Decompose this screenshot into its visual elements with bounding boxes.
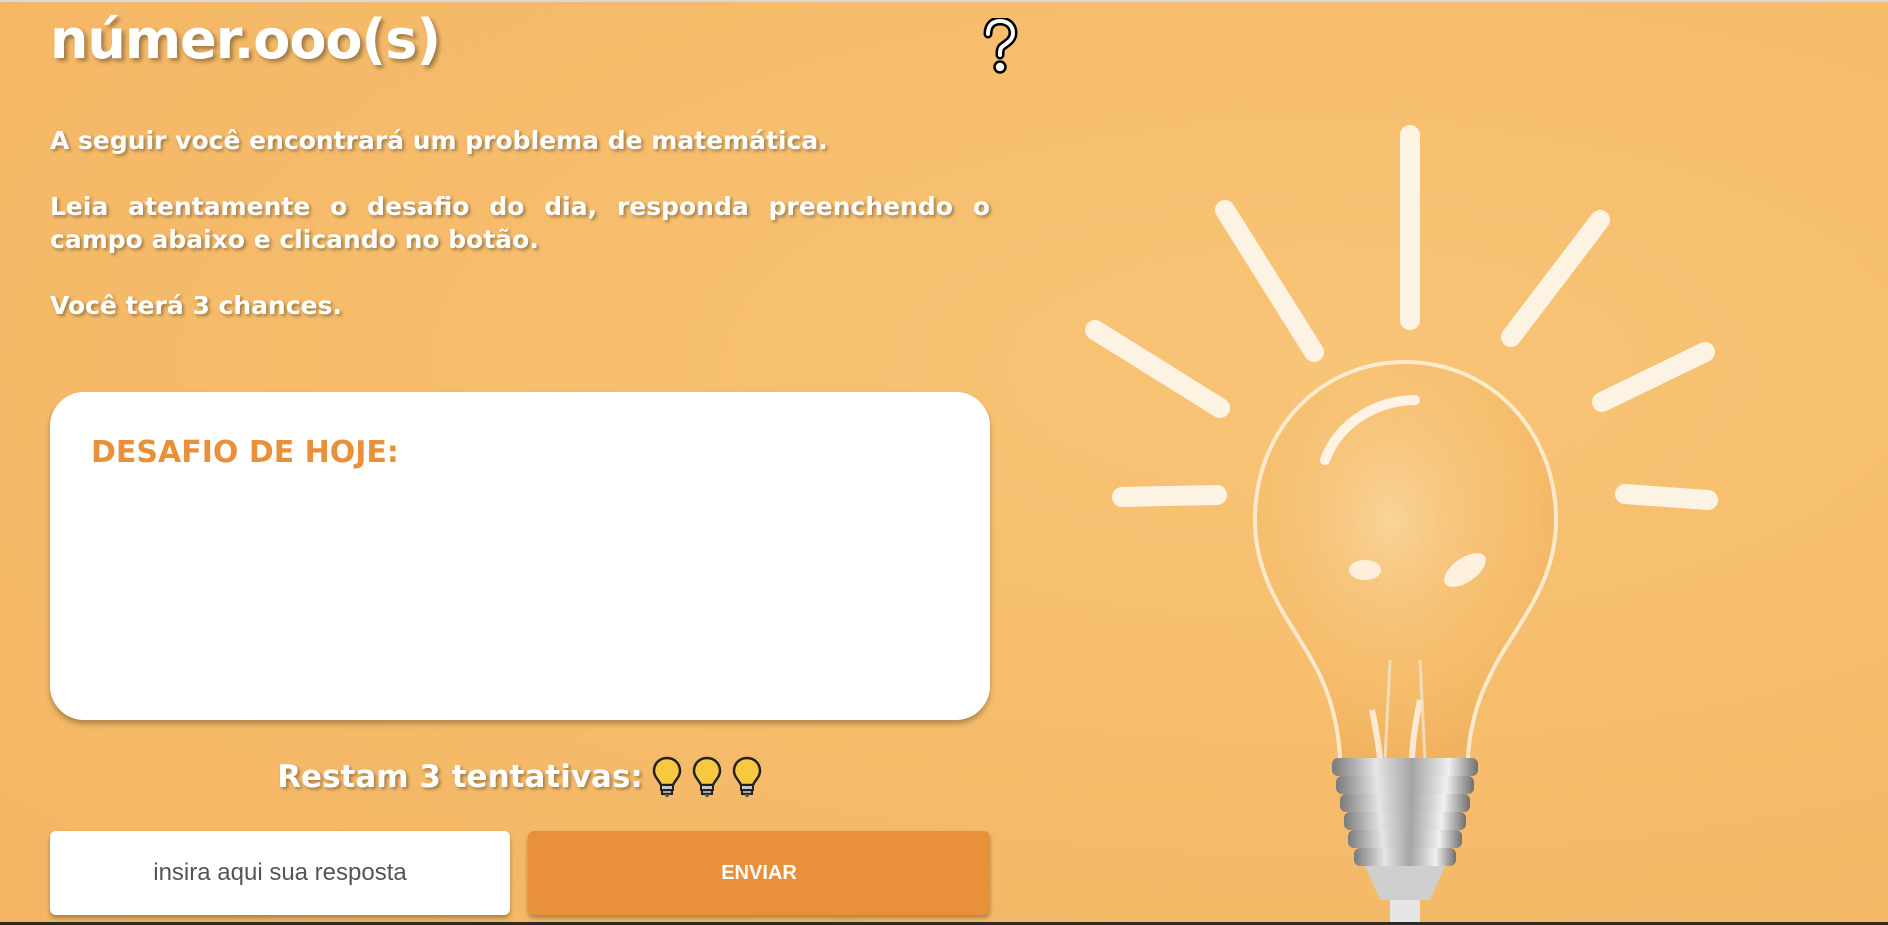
lightbulb-icon: [731, 756, 763, 798]
lightbulb-illustration: [1060, 100, 1840, 925]
page: númer.ooo(s) A seguir você encontrará um…: [0, 0, 1888, 925]
attempts-counter: Restam 3 tentativas:: [50, 756, 990, 798]
challenge-card: DESAFIO DE HOJE:: [50, 392, 990, 720]
intro-paragraph-3: Você terá 3 chances.: [50, 291, 342, 320]
lightbulb-icon: [691, 756, 723, 798]
intro-paragraph-2: Leia atentamente o desafio do dia, respo…: [50, 192, 990, 254]
challenge-title: DESAFIO DE HOJE:: [91, 435, 399, 470]
question-mark-icon[interactable]: [980, 16, 1020, 76]
attempts-label: Restam 3 tentativas:: [277, 759, 643, 795]
intro-text: A seguir você encontrará um problema de …: [50, 124, 990, 355]
lightbulb-icon: [651, 756, 683, 798]
intro-paragraph-1: A seguir você encontrará um problema de …: [50, 126, 828, 155]
top-divider: [0, 0, 1888, 2]
answer-input[interactable]: [50, 831, 510, 915]
brand-title: númer.ooo(s): [50, 8, 441, 71]
send-button[interactable]: ENVIAR: [528, 831, 990, 915]
